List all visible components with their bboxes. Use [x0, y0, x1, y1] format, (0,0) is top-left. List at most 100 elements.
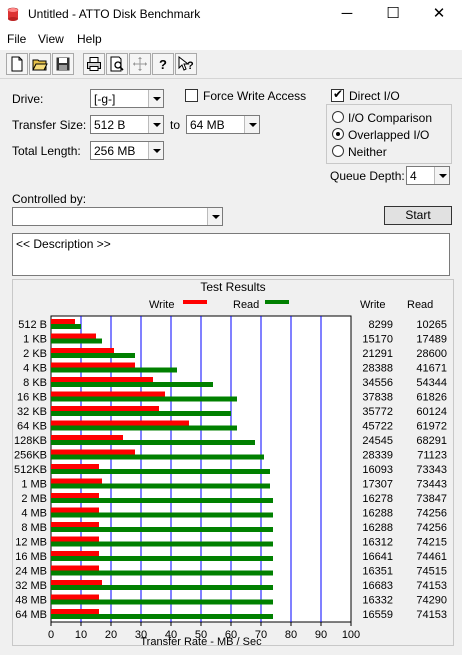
drive-select[interactable]: [-g-] [90, 89, 164, 108]
category-label: 2 KB [23, 348, 47, 360]
help-icon[interactable]: ? [152, 53, 174, 75]
menu-file[interactable]: File [7, 32, 26, 46]
overlapped-io-radio[interactable] [332, 128, 344, 140]
direct-io-checkbox[interactable]: ✔ [331, 87, 344, 102]
read-bar [51, 570, 273, 576]
write-value: 21291 [362, 348, 393, 360]
read-value: 74153 [416, 580, 447, 592]
read-value: 74153 [416, 609, 447, 621]
neither-radio[interactable] [332, 145, 344, 157]
category-label: 512KB [14, 464, 47, 476]
legend-write-label: Write [149, 299, 174, 311]
read-bar [51, 469, 270, 474]
write-value: 16332 [362, 595, 393, 607]
transfer-size-to-select[interactable]: 64 MB [186, 115, 260, 134]
write-bar [51, 435, 123, 440]
move-icon[interactable] [129, 53, 151, 75]
io-comparison-radio[interactable] [332, 111, 344, 123]
total-length-label: Total Length: [12, 144, 81, 158]
write-bar [51, 406, 159, 411]
read-value: 60124 [416, 406, 447, 418]
category-label: 512 B [18, 319, 47, 331]
save-icon[interactable] [52, 53, 74, 75]
write-bar [51, 449, 135, 455]
print-preview-icon[interactable] [106, 53, 128, 75]
menu-view[interactable]: View [38, 32, 64, 46]
read-bar [51, 454, 264, 460]
write-value: 16559 [362, 609, 393, 621]
read-value: 73847 [416, 493, 447, 505]
write-bar [51, 609, 99, 614]
chevron-down-icon[interactable] [244, 116, 259, 133]
read-value: 41671 [416, 363, 447, 375]
write-bar [51, 594, 99, 600]
maximize-button[interactable]: ☐ [370, 0, 416, 30]
read-bar [51, 367, 177, 373]
read-bar [51, 541, 273, 547]
read-value: 10265 [416, 319, 447, 331]
category-label: 1 MB [21, 479, 47, 491]
transfer-size-from-select[interactable]: 512 B [90, 115, 164, 134]
chevron-down-icon[interactable] [148, 90, 163, 107]
read-value: 74256 [416, 508, 447, 520]
category-label: 64 MB [15, 609, 47, 621]
new-document-icon[interactable] [6, 53, 28, 75]
close-button[interactable]: ✕ [416, 0, 462, 30]
read-bar [51, 411, 231, 416]
legend-write-swatch [183, 300, 207, 304]
open-folder-icon[interactable] [29, 53, 51, 75]
read-bar [51, 425, 237, 431]
write-bar [51, 362, 135, 368]
x-tick-label: 100 [342, 629, 360, 641]
write-bar [51, 551, 99, 556]
controlled-by-select[interactable] [12, 207, 223, 226]
write-bar [51, 391, 165, 397]
write-value: 8299 [369, 319, 393, 331]
read-value: 74461 [416, 551, 447, 563]
category-label: 12 MB [15, 537, 47, 549]
legend-read-label: Read [233, 299, 259, 311]
menu-help[interactable]: Help [77, 32, 102, 46]
write-value: 16312 [362, 537, 393, 549]
write-value: 16288 [362, 508, 393, 520]
queue-depth-label: Queue Depth: [330, 169, 405, 183]
overlapped-io-label: Overlapped I/O [348, 128, 430, 142]
write-value: 16683 [362, 580, 393, 592]
read-value: 61972 [416, 421, 447, 433]
read-bar [51, 512, 273, 518]
read-value: 68291 [416, 435, 447, 447]
print-icon[interactable] [83, 53, 105, 75]
category-label: 32 KB [17, 406, 47, 418]
chevron-down-icon[interactable] [148, 116, 163, 133]
write-bar [51, 580, 102, 585]
write-value: 34556 [362, 377, 393, 389]
write-value: 16093 [362, 464, 393, 476]
read-bar [51, 396, 237, 402]
chevron-down-icon[interactable] [148, 142, 163, 159]
total-length-select[interactable]: 256 MB [90, 141, 164, 160]
write-bar [51, 478, 102, 484]
force-write-checkbox[interactable] [185, 89, 198, 102]
read-bar [51, 324, 81, 329]
write-value: 37838 [362, 392, 393, 404]
queue-depth-select[interactable]: 4 [406, 166, 450, 185]
write-bar [51, 507, 99, 513]
write-value: 16288 [362, 522, 393, 534]
x-tick-label: 80 [285, 629, 297, 641]
window-title: Untitled - ATTO Disk Benchmark [28, 7, 201, 21]
force-write-label: Force Write Access [203, 89, 307, 103]
description-text: << Description >> [16, 237, 111, 251]
start-button[interactable]: Start [384, 206, 452, 225]
x-tick-label: 10 [75, 629, 87, 641]
write-bar [51, 565, 99, 571]
minimize-button[interactable]: ─ [324, 0, 370, 30]
chevron-down-icon[interactable] [207, 208, 222, 225]
category-label: 64 KB [17, 421, 47, 433]
description-field[interactable]: << Description >> [12, 233, 450, 276]
context-help-icon[interactable]: ? [175, 53, 197, 75]
read-value: 61826 [416, 392, 447, 404]
chevron-down-icon[interactable] [434, 167, 449, 184]
to-label: to [170, 118, 181, 132]
write-value: 28388 [362, 363, 393, 375]
write-value: 15170 [362, 334, 393, 346]
